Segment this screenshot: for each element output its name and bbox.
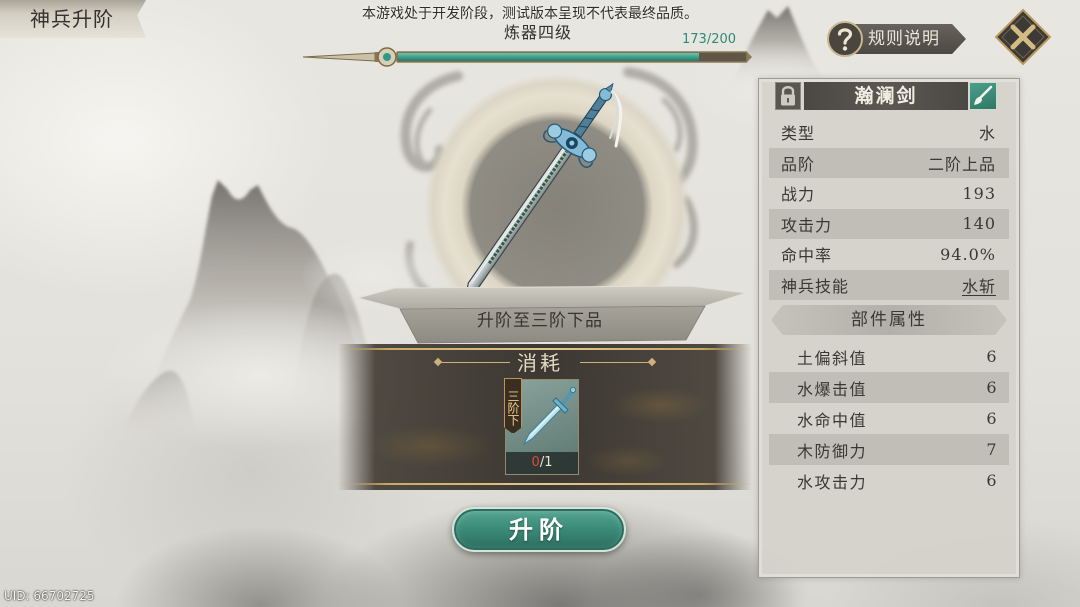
required-count: /1 (539, 455, 553, 470)
part-value: 7 (986, 440, 998, 459)
refine-progress-bar (302, 47, 752, 67)
stat-label: 类型 (781, 124, 816, 144)
stat-label: 品阶 (781, 154, 816, 174)
page-title: 神兵升阶 (30, 7, 114, 31)
brush-icon (974, 85, 993, 105)
sword-hilt (573, 82, 614, 138)
upgrade-target-label: 升阶至三阶下品 (477, 311, 603, 331)
part-value: 6 (986, 347, 998, 366)
refine-progress-fill (398, 53, 699, 61)
sword-blade (465, 145, 573, 298)
part-row: 水攻击力 6 (769, 465, 1009, 496)
part-row: 土偏斜值 6 (769, 341, 1009, 372)
weapon-name-bar: 瀚澜剑 (804, 82, 968, 110)
close-x-icon (994, 8, 1052, 66)
part-label: 水爆击值 (797, 379, 868, 399)
sword-guard (543, 123, 597, 168)
part-row: 水命中值 6 (769, 403, 1009, 434)
stat-value: 140 (962, 214, 996, 234)
weapon-upgrade-screen: 神兵升阶 本游戏处于开发阶段，测试版本呈现不代表最终品质。 炼器四级 173/2… (0, 0, 1080, 607)
rules-label-plate: 规则说明 (850, 24, 966, 54)
stat-label: 攻击力 (781, 215, 833, 235)
part-label: 土偏斜值 (797, 348, 868, 368)
part-row: 木防御力 7 (769, 434, 1009, 465)
part-value: 6 (986, 378, 998, 397)
sword-icon (522, 387, 576, 446)
pedestal-top (356, 285, 747, 310)
lock-icon (781, 86, 795, 106)
stat-row-type: 类型 水 (769, 117, 1009, 148)
part-value: 6 (986, 471, 998, 490)
grade-tag: 三阶下 (504, 378, 522, 434)
part-attributes: 土偏斜值 6 水爆击值 6 水命中值 6 木防御力 7 水攻击力 6 (769, 341, 1009, 496)
part-label: 水命中值 (797, 410, 868, 430)
cost-header: 消耗 (517, 351, 563, 375)
close-button[interactable] (994, 8, 1052, 66)
part-label: 木防御力 (797, 441, 868, 461)
dev-notice: 本游戏处于开发阶段，测试版本呈现不代表最终品质。 (362, 6, 698, 22)
parts-header: 部件属性 (771, 305, 1007, 335)
lock-button[interactable] (775, 82, 801, 110)
stat-row-grade: 品阶 二阶上品 (769, 147, 1009, 178)
stat-value: 193 (962, 183, 996, 203)
ornament-diamond (433, 357, 443, 367)
stat-label: 命中率 (781, 246, 833, 266)
weapon-info-panel: 瀚澜剑 类型 水 品阶 二阶上品 战力 193 攻击力 140 命中率 94.0… (758, 78, 1020, 578)
sword-illustration (465, 82, 623, 298)
weapon-name: 瀚澜剑 (854, 85, 918, 107)
uid-label: UID: 66702725 (4, 589, 95, 603)
owned-count: 0 (531, 455, 540, 470)
upgrade-button[interactable]: 升阶 (452, 507, 626, 552)
stat-row-skill: 神兵技能 水斩 (769, 269, 1009, 300)
stat-row-attack: 攻击力 140 (769, 208, 1009, 239)
sword-bar-end (747, 52, 752, 62)
weapon-stats: 类型 水 品阶 二阶上品 战力 193 攻击力 140 命中率 94.0% 神兵… (769, 117, 1009, 300)
sword-bar-tip (302, 52, 376, 62)
stat-value: 水 (978, 124, 996, 144)
ornament-diamond (647, 357, 657, 367)
rules-label: 规则说明 (868, 29, 940, 49)
stat-label: 战力 (781, 185, 816, 205)
panel-top-border (338, 348, 752, 350)
panel-bottom-border (338, 483, 752, 485)
stat-value: 二阶上品 (927, 154, 996, 174)
rename-button[interactable] (969, 82, 997, 110)
stat-row-hit-rate: 命中率 94.0% (769, 239, 1009, 270)
cost-item-count: 0/1 (506, 452, 578, 474)
part-row: 水爆击值 6 (769, 372, 1009, 403)
skill-link[interactable]: 水斩 (962, 273, 996, 297)
stat-value: 94.0% (940, 244, 996, 264)
header-ornament-right (580, 362, 652, 363)
question-mark-icon (827, 21, 863, 57)
refine-level-label: 炼器四级 (503, 23, 572, 42)
part-label: 水攻击力 (797, 472, 868, 492)
skill-label: 神兵技能 (781, 276, 850, 296)
stat-row-power: 战力 193 (769, 178, 1009, 209)
rules-button[interactable]: 规则说明 (826, 20, 966, 58)
sword-tassel (609, 90, 623, 148)
part-value: 6 (986, 409, 998, 428)
sword-bar-gem (383, 53, 391, 61)
